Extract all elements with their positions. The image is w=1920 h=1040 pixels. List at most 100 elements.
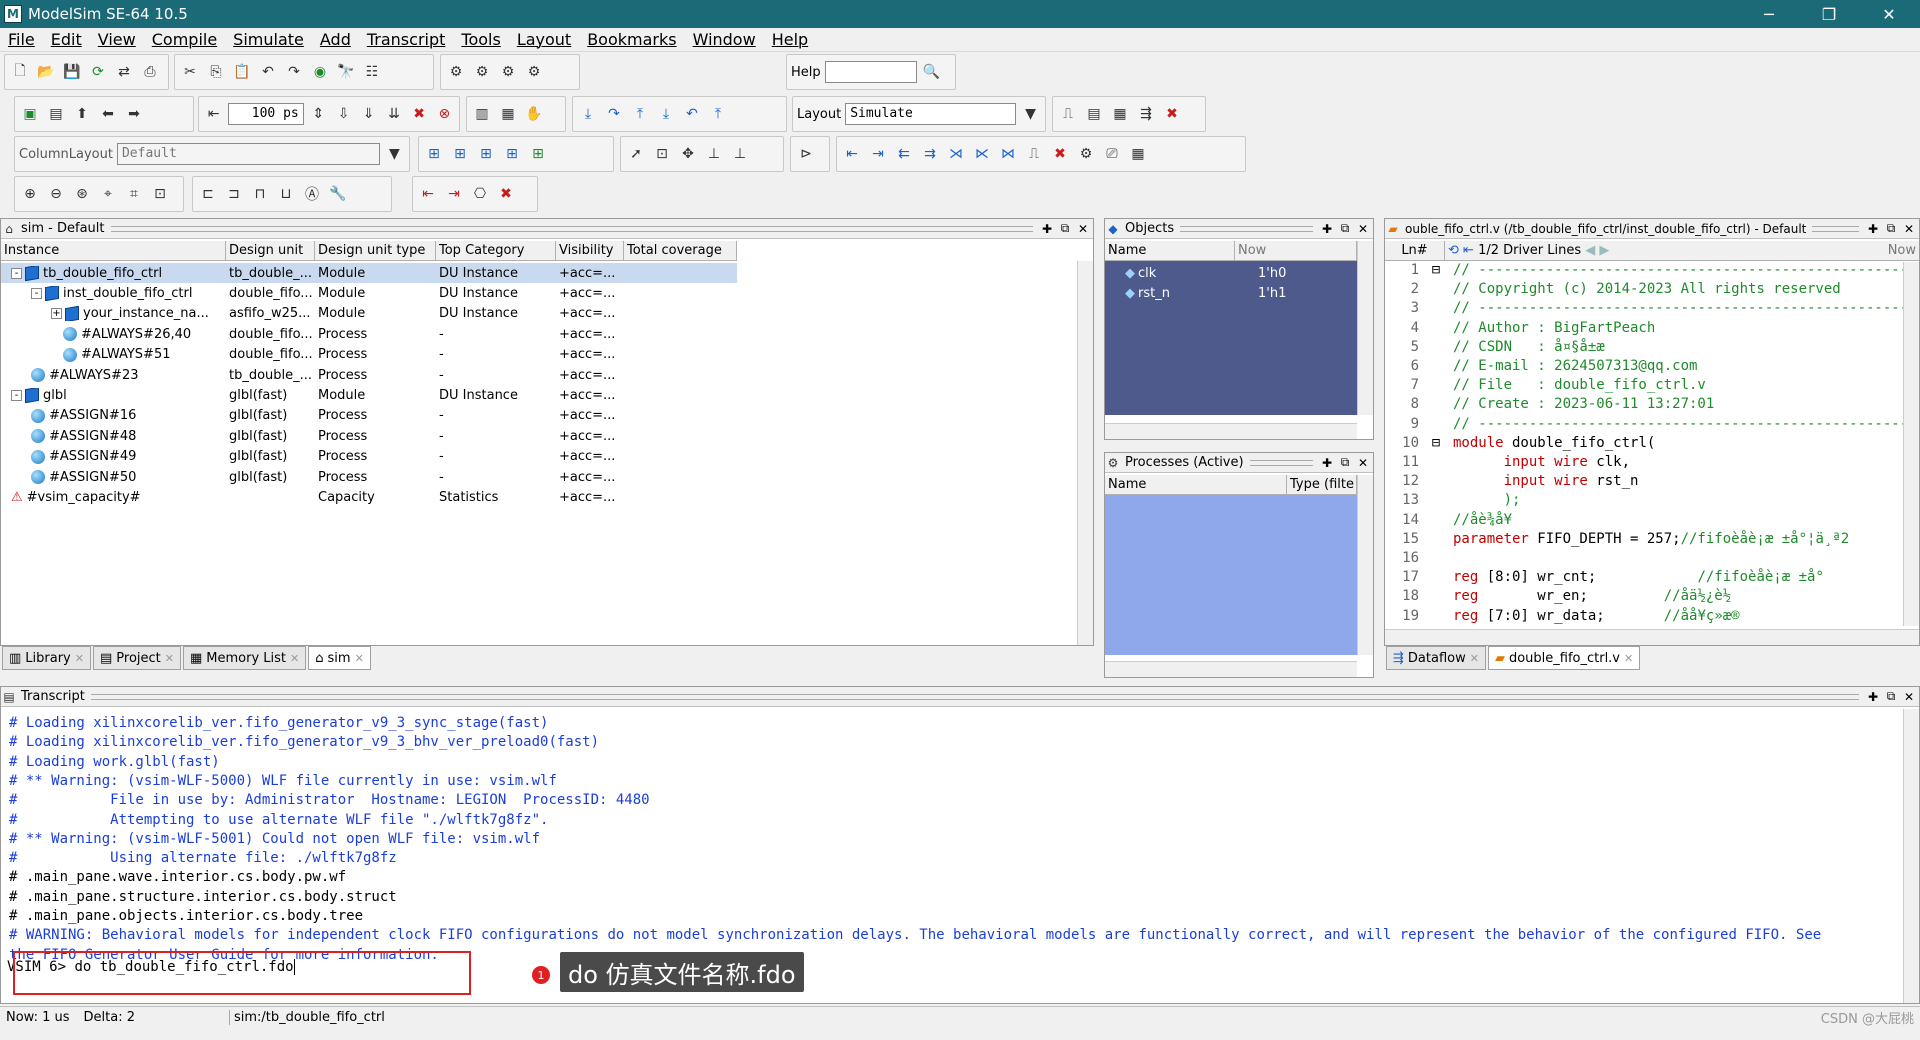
wave-icon[interactable]: ⎍ [1057, 103, 1079, 125]
environment-icon[interactable]: ▣ [19, 103, 41, 125]
tab-close-icon[interactable]: ✕ [75, 652, 84, 665]
col-process-type[interactable]: Type (filte [1287, 475, 1357, 494]
menu-view[interactable]: View [90, 30, 144, 49]
delete-icon[interactable]: ✖ [1049, 143, 1071, 165]
source-hscrollbar[interactable] [1385, 629, 1919, 645]
trace-input-icon[interactable]: ⇤ [417, 183, 439, 205]
open-file-icon[interactable]: 📂 [35, 61, 57, 83]
wrench-icon[interactable]: 🔧 [327, 183, 349, 205]
pan-icon[interactable]: ✥ [677, 143, 699, 165]
tab-close-icon[interactable]: ✕ [290, 652, 299, 665]
menu-compile[interactable]: Compile [144, 30, 225, 49]
source-code-area[interactable]: 1 ⊟// -----------------------------------… [1385, 262, 1903, 626]
panel-grip[interactable] [1812, 225, 1859, 232]
panel-undock-icon[interactable]: ⧉ [1883, 689, 1899, 705]
layout-select[interactable]: Simulate [845, 103, 1016, 125]
column-layout-select[interactable]: Default [116, 143, 380, 165]
col-top-category[interactable]: Top Category [436, 241, 556, 260]
sim-tree-row[interactable]: #ASSIGN#49 glbl(fast) Process - +acc=... [1, 447, 737, 467]
compare-icon[interactable]: ⇄ [113, 61, 135, 83]
copy-icon[interactable]: ⎘ [205, 61, 227, 83]
zoom-area-icon[interactable]: ⊡ [149, 183, 171, 205]
panel-undock-icon[interactable]: ⧉ [1337, 455, 1353, 471]
collapse-icon[interactable]: - [11, 267, 22, 279]
simulate-icon[interactable]: ⚙ [497, 61, 519, 83]
redo-icon[interactable]: ↷ [283, 61, 305, 83]
panel-close-icon[interactable]: ✕ [1355, 221, 1371, 237]
sim-tree-row[interactable]: + your_instance_na... asfifo_w25... Module D… [1, 304, 737, 324]
undo-icon[interactable]: ↶ [257, 61, 279, 83]
inout-filter-icon[interactable]: ⊓ [249, 183, 271, 205]
panel-close-icon[interactable]: ✕ [1355, 455, 1371, 471]
sim-scrollbar[interactable] [1077, 261, 1093, 645]
find-next-edge-icon[interactable]: ⇥ [867, 143, 889, 165]
zoom-range-icon[interactable]: ⌗ [123, 183, 145, 205]
layout-icon[interactable]: ▤ [45, 103, 67, 125]
zoom-cursor-icon[interactable]: ⌖ [97, 183, 119, 205]
show-drivers-icon[interactable]: ⎔ [469, 183, 491, 205]
panel-close-icon[interactable]: ✕ [1901, 221, 1917, 237]
panel-undock-icon[interactable]: ⧉ [1057, 221, 1073, 237]
fold-icon[interactable]: ⊟ [1419, 435, 1453, 451]
memory-icon[interactable]: ▦ [1109, 103, 1131, 125]
zoom-full-icon[interactable]: ⊛ [71, 183, 93, 205]
col-design-unit-type[interactable]: Design unit type [315, 241, 436, 260]
object-row[interactable]: ◆ clk 1'h0 [1125, 263, 1350, 283]
processes-scrollbar[interactable] [1357, 475, 1373, 655]
sim-tree-row[interactable]: - glbl glbl(fast) Module DU Instance +acc=... [1, 385, 737, 405]
reload-icon[interactable]: ⟳ [87, 61, 109, 83]
driver-lines[interactable]: ⟲ ⇤ 1/2 Driver Lines ◀ ▶ [1445, 241, 1655, 260]
hand-icon[interactable]: ✋ [523, 103, 545, 125]
panel-undock-icon[interactable]: ⧉ [1337, 221, 1353, 237]
collapse-icon[interactable]: - [31, 287, 42, 299]
menu-help[interactable]: Help [764, 30, 816, 49]
compile-all-icon[interactable]: ⚙ [471, 61, 493, 83]
stop-icon[interactable]: ⊗ [434, 103, 455, 125]
tab-project[interactable]: ▤ Project ✕ [92, 646, 181, 670]
cursor-add-icon[interactable]: ⊥ [703, 143, 725, 165]
run-icon[interactable]: ⇩ [333, 103, 354, 125]
tab-dataflow[interactable]: ⇶ Dataflow ✕ [1386, 646, 1486, 670]
break-icon[interactable]: ⚙ [523, 61, 545, 83]
up-arrow-icon[interactable]: ⬆ [71, 103, 93, 125]
menu-transcript[interactable]: Transcript [359, 30, 454, 49]
panel-add-icon[interactable]: ✚ [1319, 221, 1335, 237]
tab-library[interactable]: ▥ Library ✕ [2, 646, 91, 670]
search-help-icon[interactable]: 🔍 [921, 61, 943, 83]
panel-close-icon[interactable]: ✕ [1901, 689, 1917, 705]
clear-icon[interactable]: ✖ [1161, 103, 1183, 125]
sim-tree-row[interactable]: #ASSIGN#16 glbl(fast) Process - +acc=... [1, 406, 737, 426]
col-total-coverage[interactable]: Total coverage [624, 241, 737, 260]
forward-arrow-icon[interactable]: ➡ [123, 103, 145, 125]
zoom-out-icon[interactable]: ⊖ [45, 183, 67, 205]
remove-trace-icon[interactable]: ✖ [495, 183, 517, 205]
tab-close-icon[interactable]: ✕ [165, 652, 174, 665]
all-filter-icon[interactable]: Ⓐ [301, 183, 323, 205]
break-run-icon[interactable]: ✖ [409, 103, 430, 125]
add-dataflow-icon[interactable]: ⊞ [475, 143, 497, 165]
run-all-icon[interactable]: ⇊ [383, 103, 404, 125]
transcript-output[interactable]: # Loading xilinxcorelib_ver.fifo_generat… [9, 715, 1899, 977]
add-log-icon[interactable]: ⊞ [501, 143, 523, 165]
snapshot-icon[interactable]: ⎚ [1101, 143, 1123, 165]
select-mode-icon[interactable]: ➚ [625, 143, 647, 165]
tab-sim[interactable]: ⌂ sim ✕ [308, 646, 371, 670]
sim-tree-row[interactable]: - inst_double_fifo_ctrl double_fifo... Modu… [1, 283, 737, 303]
back-arrow-icon[interactable]: ⬅ [97, 103, 119, 125]
col-process-name[interactable]: Name [1105, 475, 1287, 494]
find-icon[interactable]: 🔭 [335, 61, 357, 83]
objects-hscrollbar[interactable] [1105, 423, 1357, 439]
panel-grip[interactable] [1249, 459, 1313, 466]
cut-icon[interactable]: ✂ [179, 61, 201, 83]
menu-bookmarks[interactable]: Bookmarks [579, 30, 684, 49]
objects-scrollbar[interactable] [1357, 241, 1373, 415]
find-first-edge-icon[interactable]: ⇇ [893, 143, 915, 165]
layout-dropdown-icon[interactable]: ▼ [1020, 103, 1041, 125]
panel-undock-icon[interactable]: ⧉ [1883, 221, 1899, 237]
column-layout-dropdown-icon[interactable]: ▼ [384, 143, 405, 165]
col-design-unit[interactable]: Design unit [226, 241, 315, 260]
restart-icon[interactable]: ⇤ [203, 103, 224, 125]
sim-tree-row[interactable]: #ALWAYS#51 double_fifo... Process - +acc=... [1, 345, 737, 365]
minimize-button[interactable]: ─ [1746, 0, 1792, 28]
panel-add-icon[interactable]: ✚ [1865, 221, 1881, 237]
